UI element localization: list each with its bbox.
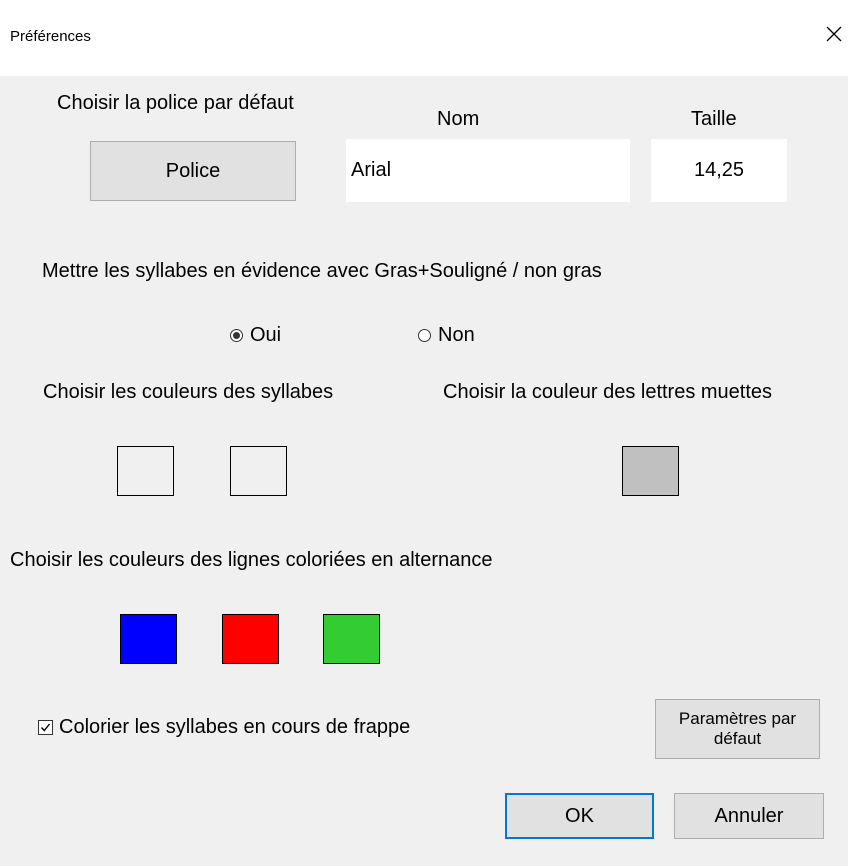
radio-non-label: Non [438,324,475,346]
highlight-label: Mettre les syllabes en évidence avec Gra… [42,260,602,282]
font-name-header: Nom [437,108,480,130]
radio-non[interactable]: Non [418,324,475,347]
typing-checkbox[interactable]: Colorier les syllabes en cours de frappe [38,716,410,739]
checkbox-checked-icon [38,720,53,735]
font-name-field[interactable]: Arial [346,139,630,202]
line-colors-label: Choisir les couleurs des lignes coloriée… [10,549,493,571]
silent-letters-label: Choisir la couleur des lettres muettes [443,381,773,403]
syllable-color-swatch-2[interactable] [230,446,287,496]
typing-checkbox-label: Colorier les syllabes en cours de frappe [59,716,411,738]
ok-button[interactable]: OK [505,793,654,839]
radio-oui-label: Oui [250,324,282,346]
default-settings-button[interactable]: Paramètres par défaut [655,699,820,759]
radio-unchecked-icon [418,329,431,342]
syllable-color-swatch-1[interactable] [117,446,174,496]
line-color-swatch-green[interactable] [323,614,380,664]
window-title: Préférences [10,28,91,45]
police-button[interactable]: Police [90,141,296,201]
font-size-header: Taille [691,108,737,130]
silent-letters-color-swatch[interactable] [622,446,679,496]
line-color-swatch-red[interactable] [222,614,279,664]
title-bar: Préférences [0,0,848,76]
close-icon[interactable] [820,20,848,48]
font-size-field[interactable]: 14,25 [651,139,787,202]
cancel-button[interactable]: Annuler [674,793,824,839]
line-color-swatch-blue[interactable] [120,614,177,664]
font-section-label: Choisir la police par défaut [57,92,294,114]
radio-oui[interactable]: Oui [230,324,281,347]
syllable-colors-label: Choisir les couleurs des syllabes [43,381,334,403]
radio-checked-icon [230,329,243,342]
